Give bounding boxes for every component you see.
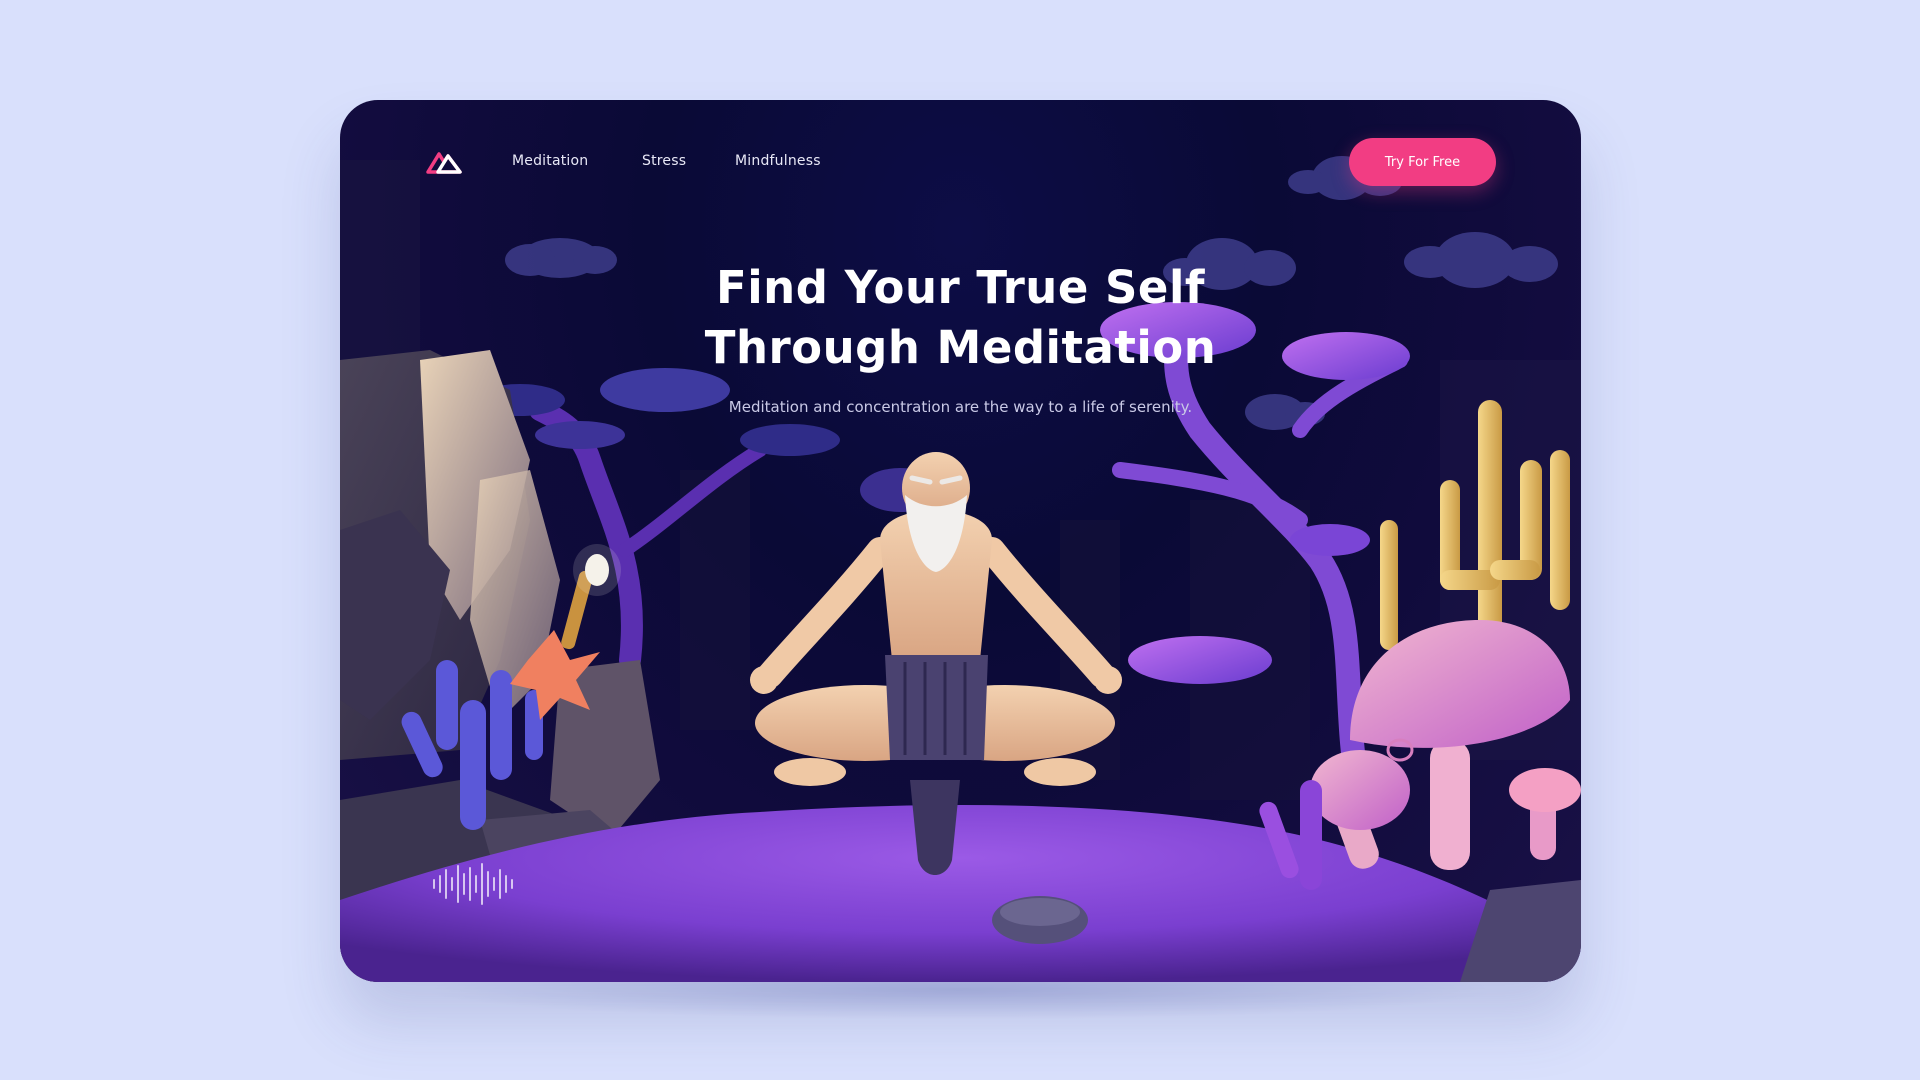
meditation-illustration bbox=[340, 156, 1581, 982]
try-for-free-button[interactable]: Try For Free bbox=[1349, 138, 1496, 186]
nav-link-mindfulness[interactable]: Mindfulness bbox=[735, 153, 821, 169]
nav-link-stress[interactable]: Stress bbox=[642, 153, 686, 169]
mountain-logo-icon[interactable] bbox=[424, 148, 464, 176]
hero-title: Find Your True Self Through Meditation bbox=[340, 258, 1581, 378]
nav-link-meditation[interactable]: Meditation bbox=[512, 153, 588, 169]
hero-card: Meditation Stress Mindfulness Try For Fr… bbox=[340, 100, 1581, 982]
hero-title-line-2: Through Meditation bbox=[704, 321, 1217, 374]
hero-title-line-1: Find Your True Self bbox=[716, 261, 1205, 314]
hero-subtitle: Meditation and concentration are the way… bbox=[728, 398, 1193, 416]
top-nav: Meditation Stress Mindfulness Try For Fr… bbox=[340, 100, 1581, 230]
sound-wave-icon[interactable] bbox=[430, 862, 520, 906]
